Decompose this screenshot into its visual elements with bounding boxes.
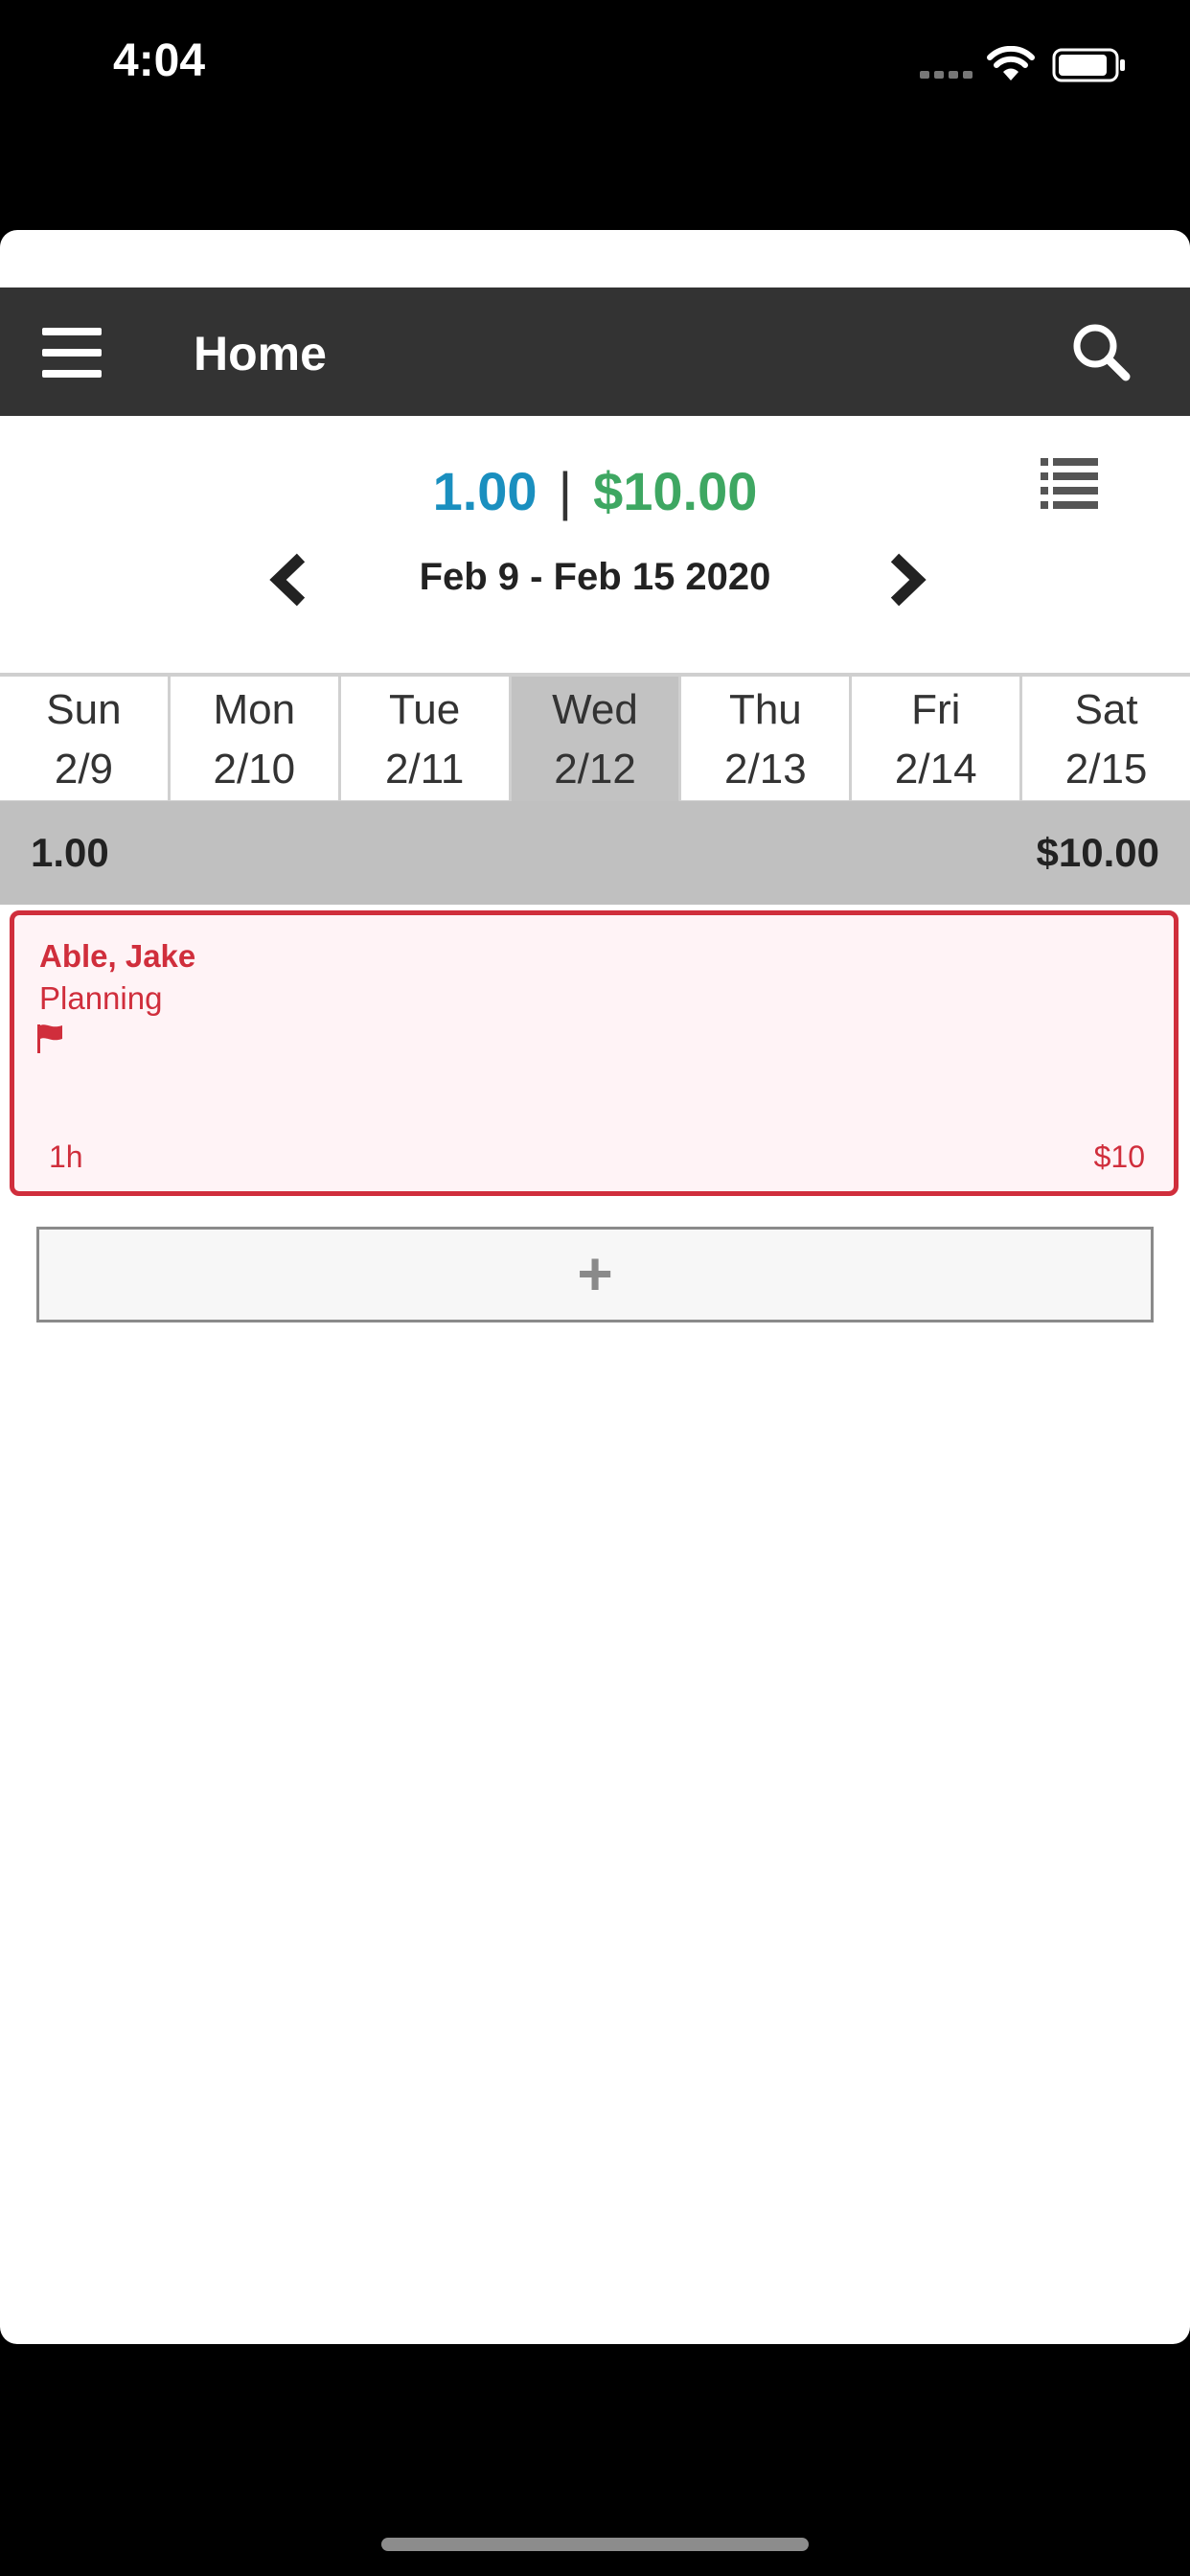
- day-date: 2/9: [54, 746, 114, 793]
- flag-icon: [37, 1024, 62, 1053]
- day-name: Mon: [213, 686, 296, 733]
- wifi-icon: [987, 46, 1035, 80]
- add-entry-button[interactable]: +: [36, 1227, 1154, 1322]
- app-sheet: Home 1.00 | $10.00 Feb 9 - Feb 15 2020 Sun…: [0, 230, 1190, 2344]
- hamburger-menu-icon[interactable]: [42, 328, 102, 378]
- day-selector: Sun 2/9 Mon 2/10 Tue 2/11 Wed 2/12 Thu 2…: [0, 673, 1190, 803]
- page-title: Home: [194, 327, 327, 380]
- cellular-signal-icon: [920, 71, 973, 79]
- week-summary: 1.00 | $10.00: [0, 460, 1190, 522]
- week-range-label: Feb 9 - Feb 15 2020: [419, 556, 771, 598]
- day-name: Sun: [46, 686, 122, 733]
- status-time: 4:04: [113, 35, 206, 86]
- day-name: Wed: [552, 686, 638, 733]
- time-entry-card[interactable]: Able, Jake Planning 1h $10: [10, 910, 1179, 1196]
- day-date: 2/13: [724, 746, 807, 793]
- day-date: 2/15: [1064, 746, 1148, 793]
- day-name: Thu: [728, 686, 802, 733]
- day-date: 2/14: [894, 746, 977, 793]
- day-tab-tue[interactable]: Tue 2/11: [340, 677, 512, 803]
- next-week-chevron-icon[interactable]: [887, 552, 929, 608]
- entry-duration: 1h: [49, 1139, 83, 1174]
- day-total-amount: $10.00: [1036, 830, 1159, 875]
- day-tab-sat[interactable]: Sat 2/15: [1022, 677, 1190, 803]
- home-indicator[interactable]: [381, 2538, 809, 2551]
- day-date: 2/11: [384, 746, 465, 793]
- day-date: 2/12: [554, 746, 636, 793]
- summary-separator: |: [558, 461, 573, 521]
- day-tab-sun[interactable]: Sun 2/9: [0, 677, 171, 803]
- day-name: Fri: [911, 686, 961, 733]
- list-view-icon[interactable]: [1041, 456, 1098, 510]
- day-total-bar: 1.00 $10.00: [0, 801, 1190, 905]
- entry-amount: $10: [1093, 1139, 1145, 1174]
- summary-hours: 1.00: [432, 461, 538, 521]
- day-total-hours: 1.00: [31, 830, 109, 875]
- navigation-bar: Home: [0, 288, 1190, 416]
- battery-icon: [1052, 48, 1125, 82]
- day-name: Tue: [389, 686, 461, 733]
- summary-amount: $10.00: [593, 461, 758, 521]
- day-name: Sat: [1074, 686, 1138, 733]
- entry-task: Planning: [39, 980, 163, 1016]
- day-tab-mon[interactable]: Mon 2/10: [170, 677, 341, 803]
- search-icon[interactable]: [1071, 322, 1131, 381]
- day-date: 2/10: [213, 746, 296, 793]
- day-tab-thu[interactable]: Thu 2/13: [681, 677, 853, 803]
- day-tab-fri[interactable]: Fri 2/14: [852, 677, 1023, 803]
- day-tab-wed[interactable]: Wed 2/12: [511, 677, 682, 803]
- entry-client-name: Able, Jake: [39, 938, 196, 974]
- status-bar: 4:04: [0, 0, 1190, 134]
